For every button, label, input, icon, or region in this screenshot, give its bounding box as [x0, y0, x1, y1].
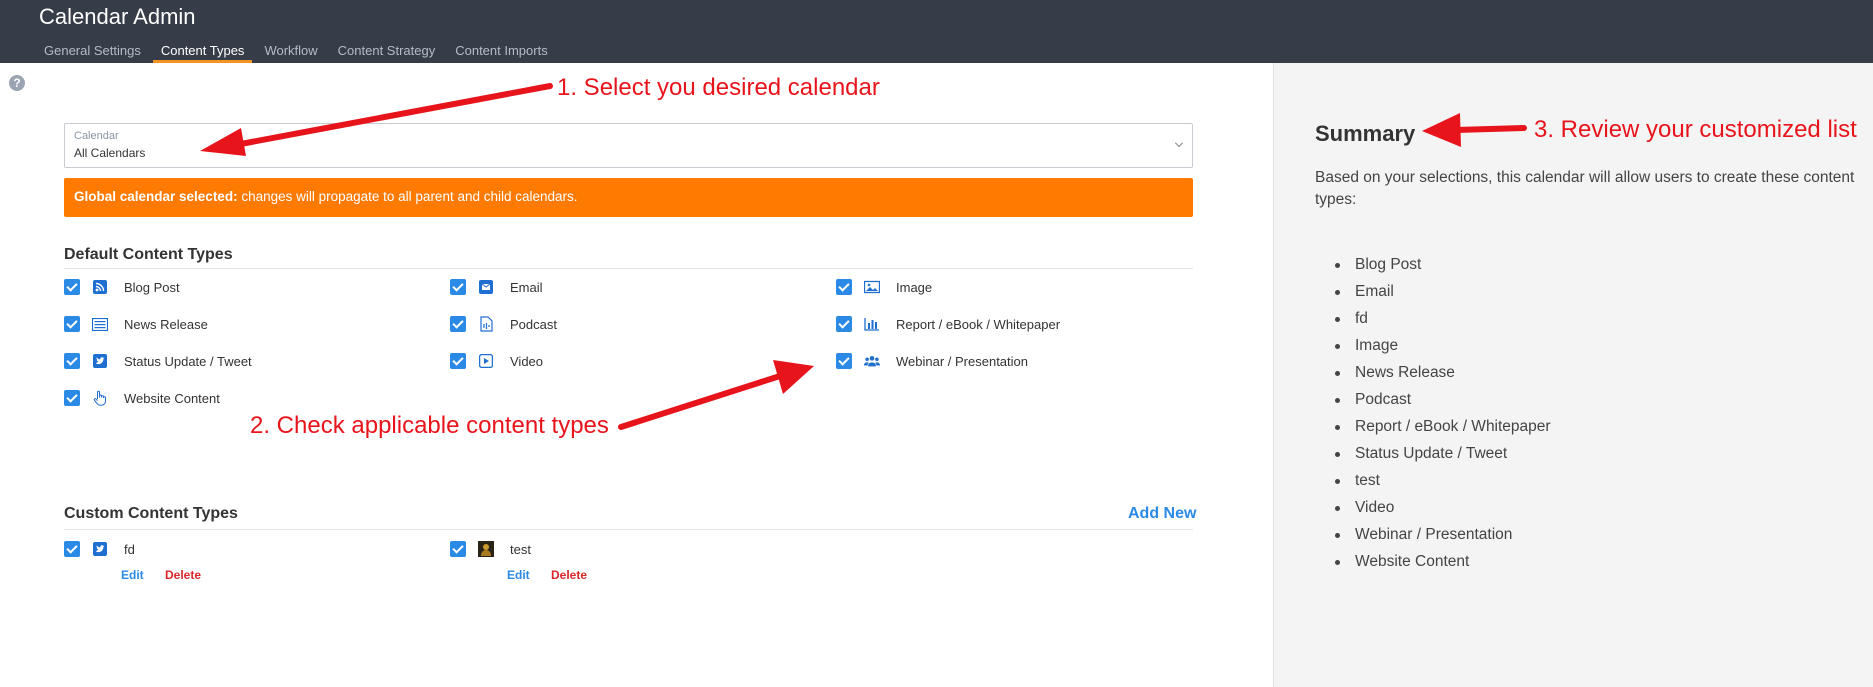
email-icon	[478, 279, 494, 295]
tab-content-imports[interactable]: Content Imports	[447, 40, 556, 63]
annotation-step-1: 1. Select you desired calendar	[557, 74, 880, 101]
twitter-icon	[92, 353, 108, 369]
content-type-label: Status Update / Tweet	[124, 353, 252, 369]
list-item: fd	[1334, 305, 1551, 332]
main-content: Calendar All Calendars Global calendar s…	[0, 63, 1273, 687]
checkbox[interactable]	[450, 316, 466, 332]
summary-description: Based on your selections, this calendar …	[1315, 169, 1855, 208]
checkbox[interactable]	[450, 353, 466, 369]
checkbox[interactable]	[64, 279, 80, 295]
checkbox[interactable]	[836, 279, 852, 295]
content-type-email[interactable]: Email	[450, 277, 543, 297]
content-type-label: Website Content	[124, 390, 220, 406]
top-bar: Calendar Admin General Settings Content …	[0, 0, 1873, 63]
bar-chart-icon	[864, 316, 880, 332]
alert-bold-text: Global calendar selected:	[74, 189, 238, 204]
summary-panel: Summary Based on your selections, this c…	[1273, 63, 1873, 687]
video-icon	[478, 353, 494, 369]
list-item: Blog Post	[1334, 251, 1551, 278]
global-calendar-alert: Global calendar selected: changes will p…	[64, 178, 1193, 217]
delete-link[interactable]: Delete	[551, 568, 587, 582]
content-type-website[interactable]: Website Content	[64, 388, 220, 408]
list-item: test	[1334, 467, 1551, 494]
checkbox[interactable]	[64, 390, 80, 406]
divider	[64, 268, 1193, 269]
custom-image-icon	[478, 541, 494, 557]
custom-type-fd[interactable]: fd	[64, 539, 135, 559]
audio-file-icon	[478, 316, 494, 332]
checkbox[interactable]	[64, 353, 80, 369]
calendar-select[interactable]: Calendar All Calendars	[64, 123, 1193, 168]
app-title: Calendar Admin	[39, 4, 196, 29]
checkbox[interactable]	[836, 353, 852, 369]
tab-content-strategy[interactable]: Content Strategy	[330, 40, 444, 63]
default-types-title: Default Content Types	[64, 246, 233, 263]
list-item: Video	[1334, 494, 1551, 521]
content-type-label: Email	[510, 279, 543, 295]
content-type-label: Podcast	[510, 316, 557, 332]
content-type-label: Report / eBook / Whitepaper	[896, 316, 1061, 332]
content-type-news-release[interactable]: News Release	[64, 314, 208, 334]
annotation-step-3: 3. Review your customized list	[1534, 116, 1857, 143]
calendar-select-value: All Calendars	[74, 146, 146, 160]
calendar-select-label: Calendar	[74, 130, 119, 142]
image-icon	[864, 279, 880, 295]
pointer-hand-icon	[92, 390, 108, 406]
list-item: Podcast	[1334, 386, 1551, 413]
content-type-label: Blog Post	[124, 279, 180, 295]
content-type-webinar[interactable]: Webinar / Presentation	[836, 351, 1028, 371]
edit-link[interactable]: Edit	[121, 568, 144, 582]
edit-link[interactable]: Edit	[507, 568, 530, 582]
content-type-blog-post[interactable]: Blog Post	[64, 277, 180, 297]
checkbox[interactable]	[64, 316, 80, 332]
content-type-label: Image	[896, 279, 933, 295]
list-item: Email	[1334, 278, 1551, 305]
alert-text: changes will propagate to all parent and…	[237, 189, 578, 204]
content-type-label: News Release	[124, 316, 208, 332]
list-item: Website Content	[1334, 548, 1551, 575]
add-new-link[interactable]: Add New	[1128, 505, 1196, 523]
content-type-label: fd	[124, 541, 135, 557]
users-icon	[864, 353, 880, 369]
delete-link[interactable]: Delete	[165, 568, 201, 582]
custom-type-test[interactable]: test	[450, 539, 531, 559]
content-type-video[interactable]: Video	[450, 351, 543, 371]
checkbox[interactable]	[450, 541, 466, 557]
content-type-label: Webinar / Presentation	[896, 353, 1028, 369]
list-item: Image	[1334, 332, 1551, 359]
checkbox[interactable]	[836, 316, 852, 332]
summary-title: Summary	[1315, 121, 1416, 146]
summary-list: Blog Post Email fd Image News Release Po…	[1334, 251, 1551, 575]
annotation-step-2: 2. Check applicable content types	[250, 412, 609, 439]
twitter-icon	[92, 541, 108, 557]
chevron-down-icon	[1175, 139, 1183, 147]
checkbox[interactable]	[450, 279, 466, 295]
tab-content-types[interactable]: Content Types	[152, 40, 253, 63]
content-type-podcast[interactable]: Podcast	[450, 314, 557, 334]
content-type-image[interactable]: Image	[836, 277, 932, 297]
checkbox[interactable]	[64, 541, 80, 557]
content-type-report[interactable]: Report / eBook / Whitepaper	[836, 314, 1060, 334]
newspaper-icon	[92, 316, 108, 332]
list-item: Webinar / Presentation	[1334, 521, 1551, 548]
rss-icon	[92, 279, 108, 295]
admin-tabs: General Settings Content Types Workflow …	[36, 40, 560, 63]
list-item: Status Update / Tweet	[1334, 440, 1551, 467]
tab-general-settings[interactable]: General Settings	[36, 40, 149, 63]
divider	[64, 529, 1193, 530]
list-item: News Release	[1334, 359, 1551, 386]
content-type-label: test	[510, 541, 531, 557]
content-type-label: Video	[510, 353, 544, 369]
content-type-status-update[interactable]: Status Update / Tweet	[64, 351, 252, 371]
custom-types-title: Custom Content Types	[64, 505, 238, 522]
tab-workflow[interactable]: Workflow	[256, 40, 325, 63]
list-item: Report / eBook / Whitepaper	[1334, 413, 1551, 440]
